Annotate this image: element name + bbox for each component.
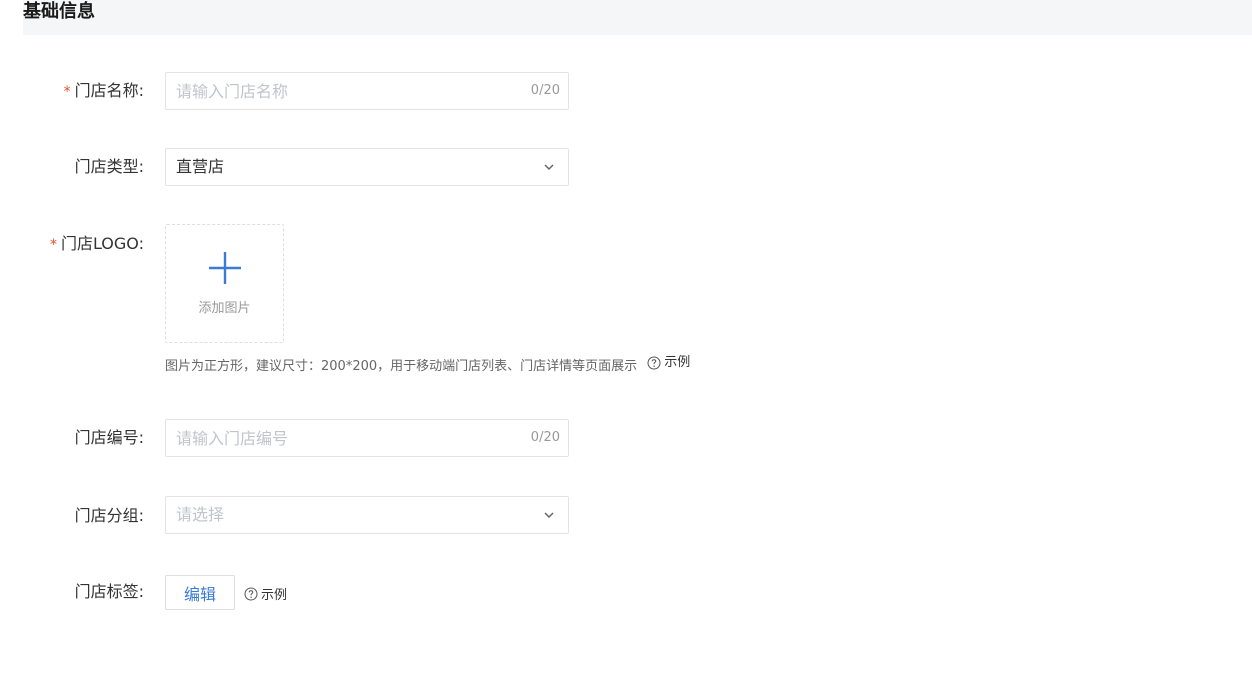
store-name-label: * 门店名称: <box>64 81 144 102</box>
store-type-select[interactable]: 直营店 <box>165 148 569 186</box>
store-type-selected-value: 直营店 <box>176 157 225 176</box>
logo-example-link[interactable]: 示例 <box>647 354 690 372</box>
store-tags-label: 门店标签: <box>75 582 144 602</box>
store-type-label-text: 门店类型: <box>74 157 144 176</box>
store-type-label: 门店类型: <box>75 157 144 177</box>
logo-hint-text: 图片为正方形，建议尺寸：200*200，用于移动端门店列表、门店详情等页面展示 <box>165 359 638 374</box>
store-group-select[interactable]: 请选择 <box>165 496 569 534</box>
question-circle-icon <box>244 587 258 600</box>
upload-label: 添加图片 <box>198 301 251 316</box>
logo-upload-button[interactable]: 添加图片 <box>165 224 284 343</box>
store-logo-label-text: 门店LOGO: <box>60 234 144 253</box>
store-group-label: 门店分组: <box>75 506 144 526</box>
tags-example-label: 示例 <box>261 588 288 603</box>
chevron-down-icon <box>544 164 554 171</box>
store-group-placeholder: 请选择 <box>176 505 225 524</box>
store-tags-label-text: 门店标签: <box>74 582 144 601</box>
store-name-label-text: 门店名称: <box>74 81 144 100</box>
chevron-down-icon <box>544 512 554 519</box>
edit-tags-button[interactable]: 编辑 <box>165 575 235 610</box>
logo-example-label: 示例 <box>664 355 691 370</box>
store-code-label: 门店编号: <box>75 428 144 448</box>
store-name-counter: 0/20 <box>530 83 560 98</box>
store-code-label-text: 门店编号: <box>74 428 144 447</box>
required-mark: * <box>63 84 71 100</box>
store-group-label-text: 门店分组: <box>74 506 144 525</box>
store-logo-label: * 门店LOGO: <box>50 234 144 255</box>
store-code-input[interactable] <box>176 420 516 456</box>
section-title: 基础信息 <box>23 1 95 22</box>
logo-hint: 图片为正方形，建议尺寸：200*200，用于移动端门店列表、门店详情等页面展示 … <box>165 354 690 376</box>
section-header <box>23 0 1252 35</box>
store-name-field[interactable]: 0/20 <box>165 72 569 110</box>
required-mark: * <box>49 237 57 253</box>
store-code-counter: 0/20 <box>530 430 560 445</box>
tags-example-link[interactable]: 示例 <box>244 584 287 603</box>
store-code-field[interactable]: 0/20 <box>165 419 569 457</box>
store-name-input[interactable] <box>176 73 516 109</box>
question-circle-icon <box>647 356 661 370</box>
plus-icon <box>209 252 241 284</box>
